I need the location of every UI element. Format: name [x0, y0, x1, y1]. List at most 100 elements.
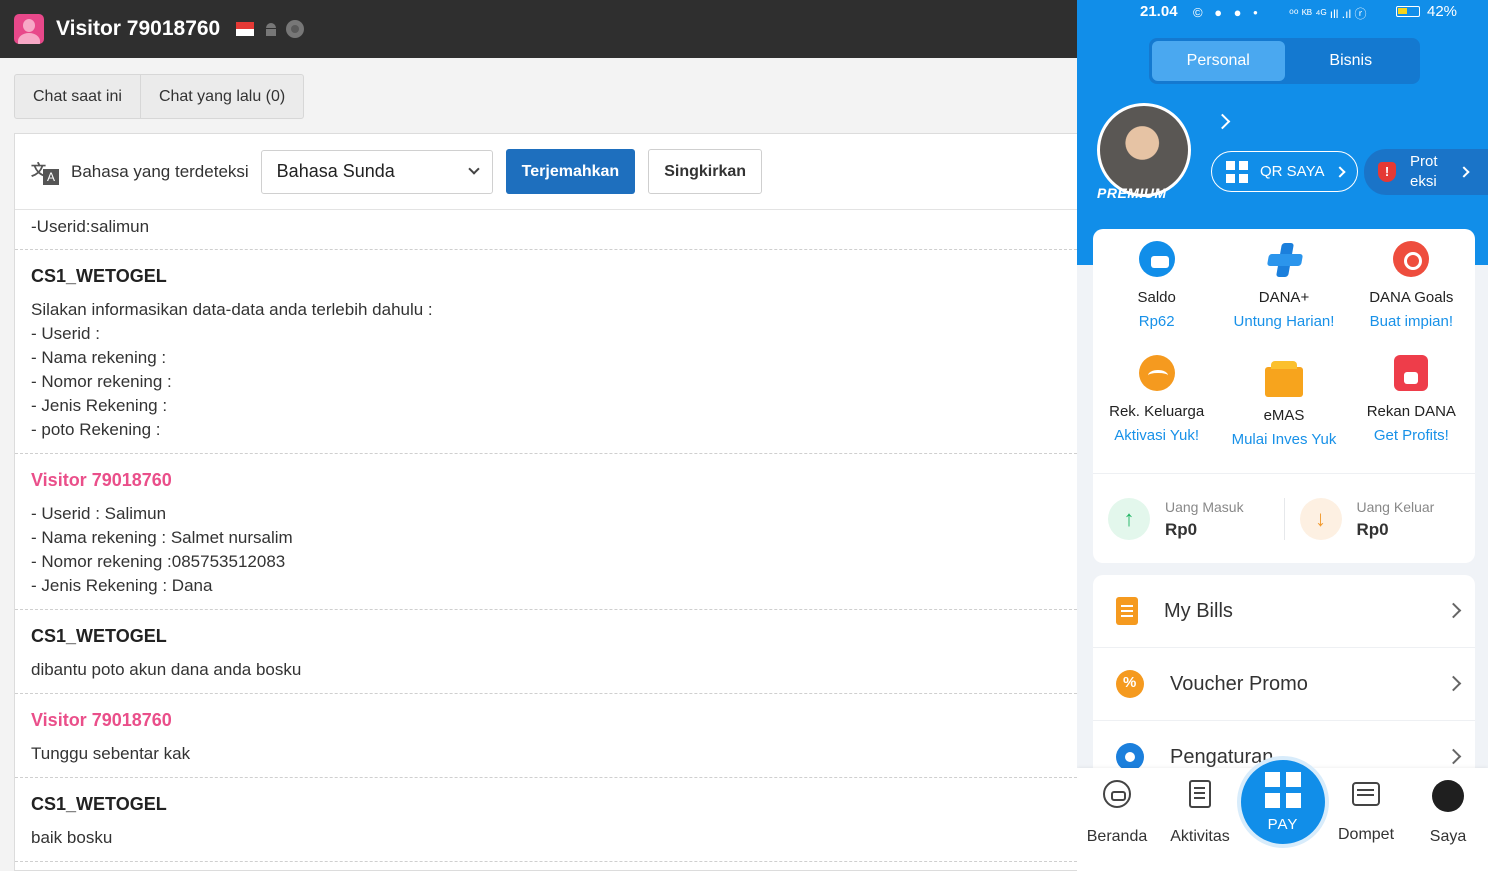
money-in[interactable]: ↑ Uang Masuk Rp0: [1093, 498, 1284, 540]
menu-item-subtitle: Get Profits!: [1373, 427, 1449, 444]
battery-percent: 42%: [1427, 3, 1458, 20]
phone-header: 21.04 © ● ● • ⁰⁰ ᴷᴮ ⁴ᴳ ıll .ıl ⓡ 42% Per…: [1077, 0, 1488, 265]
menu-item-title: DANA+: [1258, 289, 1310, 306]
pay-label: PAY: [1267, 816, 1299, 833]
nav-dompet[interactable]: Dompet: [1326, 778, 1406, 844]
nav-label: Beranda: [1086, 828, 1148, 845]
list-item-label: Voucher Promo: [1170, 672, 1308, 695]
money-in-value: Rp0: [1165, 519, 1198, 539]
message-line: Silakan informasikan data-data anda terl…: [31, 300, 433, 319]
tab-past-chats[interactable]: Chat yang lalu (0): [139, 75, 303, 118]
menu-item-dana-goals[interactable]: DANA Goals Buat impian!: [1348, 239, 1475, 353]
browser-icon: [286, 20, 305, 38]
phone-screenshot: 21.04 © ● ● • ⁰⁰ ᴷᴮ ⁴ᴳ ıll .ıl ⓡ 42% Per…: [1077, 0, 1488, 871]
chevron-down-icon: [468, 163, 480, 175]
message-line: - Jenis Rekening : Dana: [31, 576, 213, 595]
qr-saya-button[interactable]: QR SAYA: [1211, 151, 1358, 192]
translate-icon: 文A: [31, 159, 59, 185]
menu-item-subtitle: Buat impian!: [1369, 313, 1454, 330]
menu-item-emas[interactable]: eMAS Mulai Inves Yuk: [1220, 353, 1347, 467]
store-icon: [1394, 355, 1429, 391]
translate-button[interactable]: Terjemahkan: [505, 149, 636, 194]
message-line: - Userid : Salimun: [31, 504, 167, 523]
message-sender: CS1_WETOGEL: [31, 266, 167, 286]
nav-beranda[interactable]: Beranda: [1077, 778, 1157, 846]
chevron-right-icon: [1334, 165, 1347, 178]
menu-item-title: Rek. Keluarga: [1109, 403, 1205, 420]
chevron-right-icon[interactable]: [1214, 113, 1231, 130]
message-list: -Userid:salimun CS1_WETOGEL Silakan info…: [15, 210, 1077, 862]
protection-label: Prot eksi: [1410, 153, 1438, 190]
premium-badge: PREMIUM: [1097, 185, 1167, 201]
message-body: Silakan informasikan data-data anda terl…: [31, 288, 1061, 453]
nav-label: Saya: [1429, 828, 1467, 845]
message-sender: Visitor 79018760: [31, 470, 172, 490]
menu-item-subtitle: Rp62: [1138, 313, 1175, 330]
list-item-voucher-promo[interactable]: Voucher Promo: [1093, 648, 1475, 721]
battery-icon: [1396, 6, 1420, 17]
visitor-title: Visitor 79018760: [56, 17, 221, 40]
dismiss-button[interactable]: Singkirkan: [648, 149, 763, 194]
menu-item-subtitle: Aktivasi Yuk!: [1114, 427, 1200, 444]
message-line: - poto Rekening :: [31, 420, 161, 439]
message-body: baik bosku: [31, 816, 1061, 861]
message-line: - Nomor rekening :085753512083: [31, 552, 286, 571]
list-item-label: My Bills: [1164, 599, 1233, 622]
message-fragment: -Userid:salimun: [15, 210, 1077, 250]
menu-item-rek-keluarga[interactable]: Rek. Keluarga Aktivasi Yuk!: [1093, 353, 1220, 467]
message-line: - Nama rekening :: [31, 348, 167, 367]
message-line: - Userid :: [31, 324, 100, 343]
message-sender: CS1_WETOGEL: [31, 794, 167, 814]
menu-item-dana-plus[interactable]: DANA+ Untung Harian!: [1220, 239, 1347, 353]
message-body: - Userid : Salimun - Nama rekening : Sal…: [31, 492, 1061, 609]
status-time: 21.04: [1140, 3, 1178, 20]
gold-icon: [1264, 361, 1303, 397]
money-out-label: Uang Keluar: [1356, 498, 1435, 515]
message-agent: CS1_WETOGEL Silakan informasikan data-da…: [15, 250, 1077, 454]
gear-icon: [1116, 743, 1144, 771]
list-item-my-bills[interactable]: My Bills: [1093, 575, 1475, 648]
chat-panel: Visitor 79018760 Chat saat ini Chat yang…: [0, 0, 1077, 871]
message-body: dibantu poto akun dana anda bosku: [31, 648, 1061, 693]
qr-saya-label: QR SAYA: [1260, 163, 1325, 180]
chevron-right-icon: [1445, 748, 1462, 765]
money-in-label: Uang Masuk: [1165, 498, 1244, 515]
qr-icon: [1226, 160, 1248, 183]
profile-avatar[interactable]: [1097, 103, 1191, 197]
message-visitor: Visitor 79018760 Tunggu sebentar kak: [15, 694, 1077, 778]
message-line: - Jenis Rekening :: [31, 396, 168, 415]
menu-item-saldo[interactable]: Saldo Rp62: [1093, 239, 1220, 353]
money-out-value: Rp0: [1356, 519, 1389, 539]
chevron-right-icon: [1445, 675, 1462, 692]
message-line: Tunggu sebentar kak: [31, 744, 191, 763]
protection-button[interactable]: ! Prot eksi: [1364, 149, 1488, 195]
tab-current-chat[interactable]: Chat saat ini: [15, 75, 140, 118]
detected-language-label: Bahasa yang terdeteksi: [71, 161, 249, 181]
nav-saya[interactable]: Saya: [1408, 778, 1488, 846]
pay-button[interactable]: PAY: [1237, 756, 1329, 848]
cashflow-row: ↑ Uang Masuk Rp0 ↓ Uang Keluar Rp0: [1093, 474, 1475, 564]
nav-label: Aktivitas: [1170, 828, 1230, 845]
menu-item-rekan-dana[interactable]: Rekan DANA Get Profits!: [1348, 353, 1475, 467]
arrow-down-icon: ↓: [1299, 498, 1342, 540]
bill-icon: [1116, 597, 1138, 625]
nav-aktivitas[interactable]: Aktivitas: [1160, 778, 1240, 846]
tab-bisnis[interactable]: Bisnis: [1285, 41, 1418, 81]
notification-icons: © ● ● •: [1193, 5, 1262, 20]
tab-personal[interactable]: Personal: [1152, 41, 1285, 81]
menu-item-title: Rekan DANA: [1366, 403, 1456, 420]
message-sender: Visitor 79018760: [31, 710, 172, 730]
arrow-up-icon: ↑: [1108, 498, 1150, 540]
profile-icon: [1432, 780, 1464, 812]
target-icon: [1393, 241, 1430, 277]
status-bar: 21.04 © ● ● • ⁰⁰ ᴷᴮ ⁴ᴳ ıll .ıl ⓡ 42%: [1077, 0, 1488, 24]
chat-header: Visitor 79018760: [0, 0, 1077, 58]
message-agent: CS1_WETOGEL dibantu poto akun dana anda …: [15, 610, 1077, 694]
menu-item-subtitle: Mulai Inves Yuk: [1231, 431, 1337, 448]
language-select-value: Bahasa Sunda: [276, 161, 395, 181]
money-out[interactable]: ↓ Uang Keluar Rp0: [1283, 498, 1476, 540]
chevron-right-icon: [1458, 166, 1470, 178]
message-visitor: Visitor 79018760 - Userid : Salimun - Na…: [15, 454, 1077, 610]
language-select[interactable]: Bahasa Sunda: [260, 149, 493, 194]
message-line: dibantu poto akun dana anda bosku: [31, 660, 302, 679]
